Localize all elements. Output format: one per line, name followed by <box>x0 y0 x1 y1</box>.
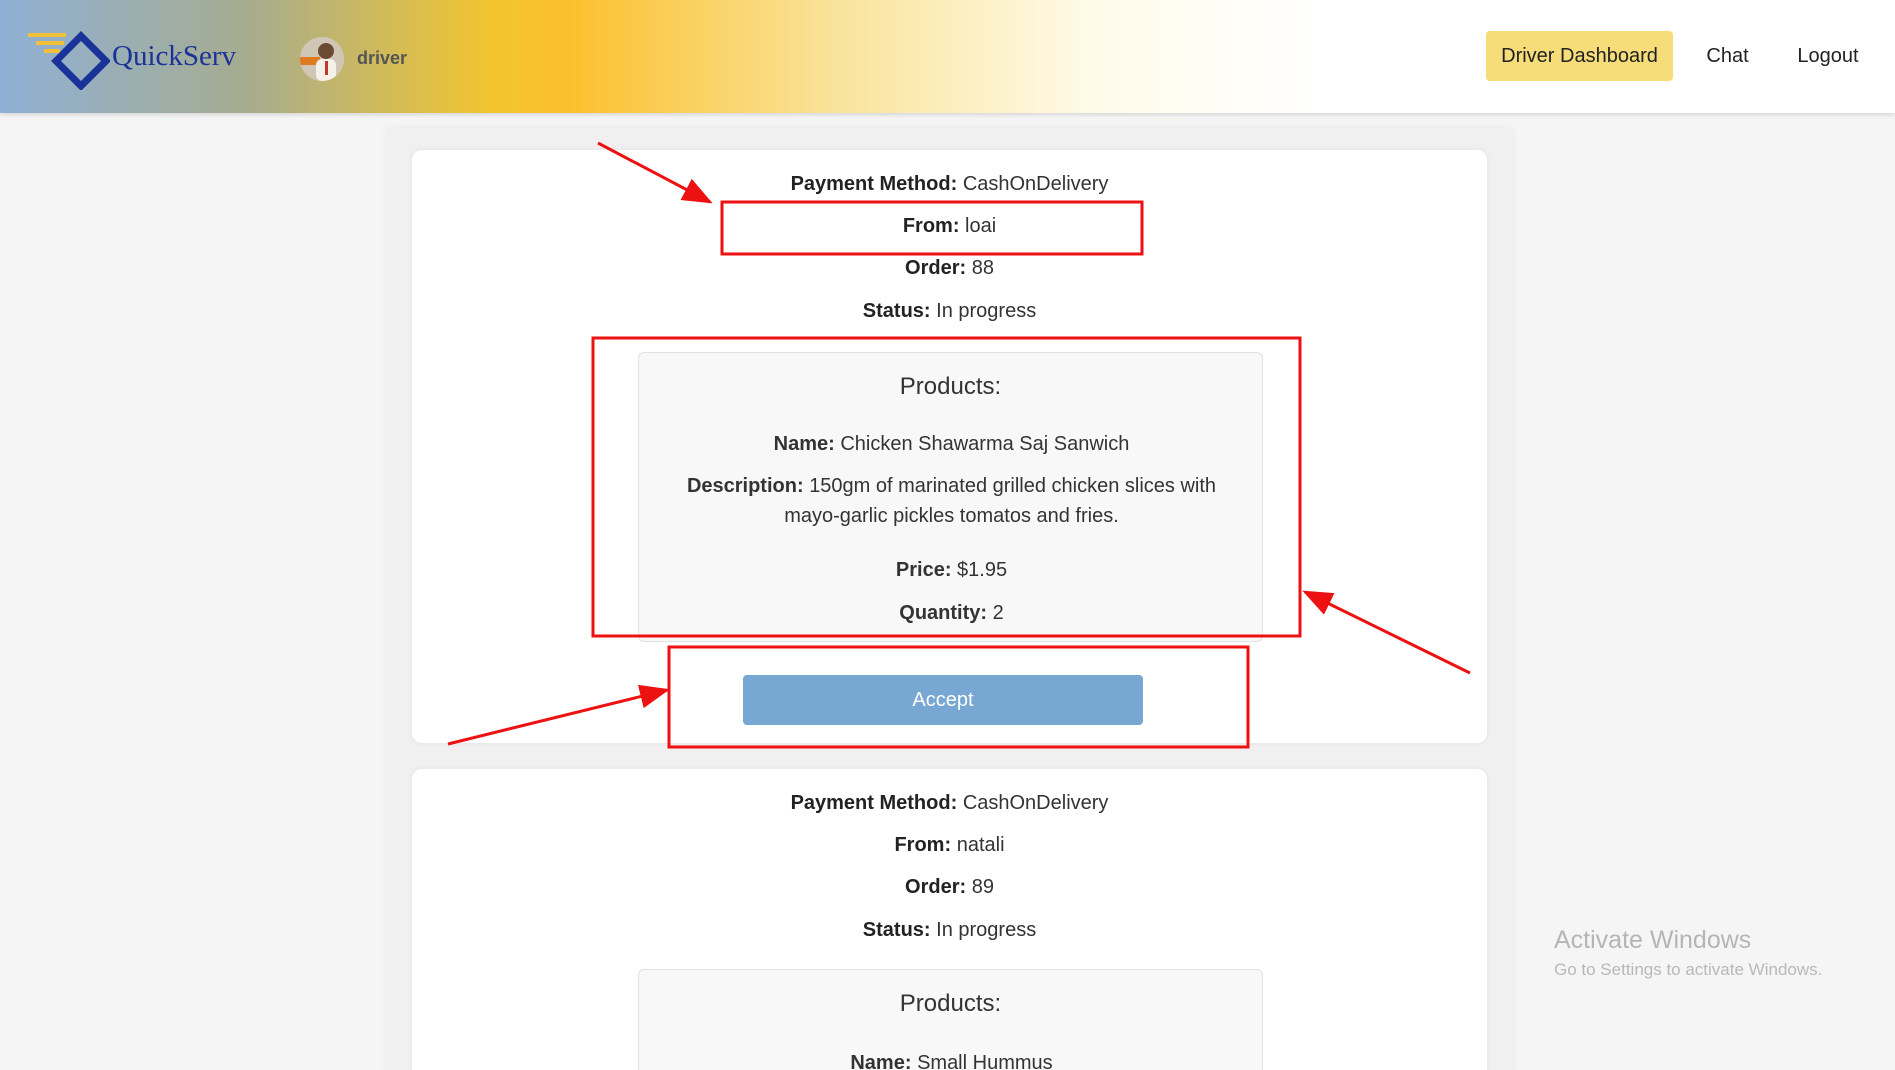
navbar: QuickServ driver Driver Dashboard Chat L… <box>0 0 1895 113</box>
order-card: Payment Method: CashOnDelivery From: loa… <box>412 150 1487 743</box>
products-title: Products: <box>899 990 1002 1017</box>
status-row: Status: In progress <box>862 919 1037 941</box>
driver-dashboard-link[interactable]: Driver Dashboard <box>1486 31 1673 81</box>
activate-windows-title: Activate Windows <box>1554 926 1752 954</box>
quickserv-logo-icon[interactable] <box>26 30 110 90</box>
products-panel: Products: Name: Small Hummus <box>638 969 1263 1070</box>
accept-button[interactable]: Accept <box>743 675 1143 725</box>
order-number-row: Order: 88 <box>905 257 994 279</box>
product-name-row: Name: Small Hummus <box>850 1052 1053 1070</box>
product-description-row: Description: 150gm of marinated grilled … <box>686 475 1217 527</box>
driver-avatar-icon[interactable] <box>300 37 344 81</box>
product-quantity-row: Quantity: 2 <box>899 602 1004 624</box>
order-number-row: Order: 89 <box>905 876 994 898</box>
products-panel: Products: Name: Chicken Shawarma Saj San… <box>638 352 1263 642</box>
chat-link[interactable]: Chat <box>1695 31 1760 81</box>
logout-link[interactable]: Logout <box>1788 31 1868 81</box>
payment-method-row: Payment Method: CashOnDelivery <box>790 173 1109 195</box>
from-row: From: natali <box>894 834 1005 856</box>
product-name-row: Name: Chicken Shawarma Saj Sanwich <box>773 433 1130 455</box>
from-row: From: loai <box>902 215 997 237</box>
status-row: Status: In progress <box>862 300 1037 322</box>
brand-name[interactable]: QuickServ <box>112 40 236 73</box>
order-card: Payment Method: CashOnDelivery From: nat… <box>412 769 1487 1070</box>
payment-method-row: Payment Method: CashOnDelivery <box>790 792 1109 814</box>
username: driver <box>357 48 408 68</box>
activate-windows-subtitle: Go to Settings to activate Windows. <box>1554 960 1823 979</box>
products-title: Products: <box>899 373 1002 400</box>
product-price-row: Price: $1.95 <box>895 559 1008 581</box>
